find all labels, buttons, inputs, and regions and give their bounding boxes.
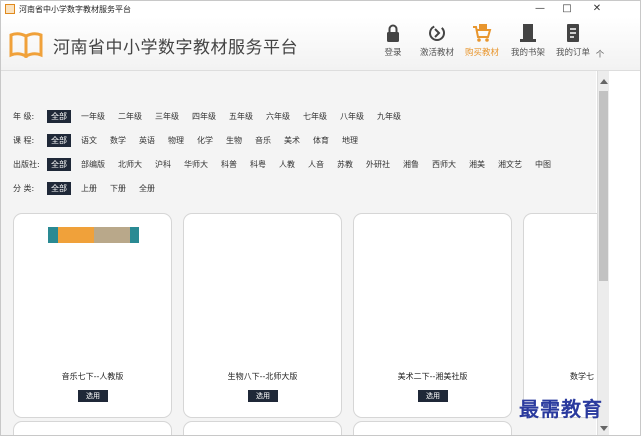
nav-orders-label: 我的订单 — [555, 48, 590, 58]
app-icon — [5, 4, 15, 14]
nav-buy[interactable]: 购买教材 — [459, 22, 505, 58]
filter-row-publisher: 出版社: 全部 部编版 北师大 沪科 华师大 科普 科粤 人教 人音 苏教 外研… — [13, 157, 564, 171]
subject-option[interactable]: 数学 — [110, 135, 126, 146]
book-card[interactable]: 数学七 — [523, 213, 603, 418]
subject-option[interactable]: 全部 — [47, 133, 71, 147]
publisher-option[interactable]: 部编版 — [81, 159, 105, 170]
nav-overflow[interactable]: 个 — [595, 48, 605, 60]
volume-option[interactable]: 全册 — [139, 183, 155, 194]
subject-option[interactable]: 音乐 — [255, 135, 271, 146]
subject-option[interactable]: 美术 — [284, 135, 300, 146]
publisher-option[interactable]: 湘美 — [469, 159, 485, 170]
filter-label-grade: 年 级: — [13, 111, 35, 121]
nav-orders[interactable]: 我的订单 — [550, 22, 596, 58]
vertical-scrollbar[interactable] — [597, 71, 609, 435]
grade-option[interactable]: 八年级 — [340, 111, 364, 122]
publisher-option[interactable]: 中图 — [535, 159, 551, 170]
subject-option[interactable]: 生物 — [226, 135, 242, 146]
publisher-option[interactable]: 湘鲁 — [403, 159, 419, 170]
publisher-option[interactable]: 人音 — [308, 159, 324, 170]
scroll-up-arrow-icon[interactable] — [600, 79, 608, 84]
select-button[interactable]: 选用 — [418, 390, 448, 402]
publisher-option[interactable]: 人教 — [279, 159, 295, 170]
grade-option[interactable]: 二年级 — [118, 111, 142, 122]
grade-option[interactable]: 九年级 — [377, 111, 401, 122]
filter-label-volume: 分 类: — [13, 183, 35, 193]
volume-option[interactable]: 上册 — [81, 183, 97, 194]
minimize-button[interactable]: — — [526, 1, 554, 17]
publisher-option[interactable]: 西师大 — [432, 159, 456, 170]
publisher-option[interactable]: 华师大 — [184, 159, 208, 170]
publisher-option[interactable]: 外研社 — [366, 159, 390, 170]
app-window: 河南省中小学数字教材服务平台 — □ ✕ 河南省中小学数字教材服务平台 登录 激… — [0, 0, 641, 436]
cart-icon — [473, 24, 492, 42]
book-card[interactable]: 生物八下--北师大版 选用 — [183, 213, 342, 418]
bookshelf-icon — [520, 24, 536, 42]
grade-option[interactable]: 四年级 — [192, 111, 216, 122]
app-header: 河南省中小学数字教材服务平台 登录 激活教材 购买教材 我的书架 我的订单 个 — [1, 17, 640, 71]
volume-option[interactable]: 全部 — [47, 181, 71, 195]
publisher-option[interactable]: 科普 — [221, 159, 237, 170]
book-card[interactable] — [13, 421, 172, 435]
lock-icon — [387, 24, 399, 42]
nav-activate[interactable]: 激活教材 — [414, 22, 460, 58]
subject-option[interactable]: 化学 — [197, 135, 213, 146]
filter-row-grade: 年 级: 全部 一年级 二年级 三年级 四年级 五年级 六年级 七年级 八年级 … — [13, 109, 414, 123]
grade-option[interactable]: 三年级 — [155, 111, 179, 122]
title-bar: 河南省中小学数字教材服务平台 — □ ✕ — [1, 1, 640, 17]
select-button[interactable]: 选用 — [248, 390, 278, 402]
grade-option[interactable]: 全部 — [47, 109, 71, 123]
publisher-option[interactable]: 科粤 — [250, 159, 266, 170]
select-button[interactable]: 选用 — [78, 390, 108, 402]
book-title: 音乐七下--人教版 — [61, 372, 124, 381]
window-title: 河南省中小学数字教材服务平台 — [19, 4, 131, 14]
grade-option[interactable]: 七年级 — [303, 111, 327, 122]
close-button[interactable]: ✕ — [583, 1, 611, 17]
book-title: 美术二下--湘美社版 — [397, 372, 468, 381]
nav-buy-label: 购买教材 — [464, 48, 499, 58]
book-cover — [48, 227, 139, 243]
book-card[interactable]: 音乐七下--人教版 选用 — [13, 213, 172, 418]
nav-bookshelf[interactable]: 我的书架 — [505, 22, 551, 58]
book-card[interactable] — [183, 421, 342, 435]
publisher-option[interactable]: 湘文艺 — [498, 159, 522, 170]
activate-icon — [429, 25, 445, 41]
subject-option[interactable]: 英语 — [139, 135, 155, 146]
scroll-thumb[interactable] — [599, 91, 608, 281]
subject-option[interactable]: 语文 — [81, 135, 97, 146]
nav-bookshelf-label: 我的书架 — [510, 48, 545, 58]
filter-row-volume: 分 类: 全部 上册 下册 全册 — [13, 181, 168, 195]
book-title: 生物八下--北师大版 — [227, 372, 298, 381]
publisher-option[interactable]: 全部 — [47, 157, 71, 171]
nav-login-label: 登录 — [384, 48, 402, 58]
volume-option[interactable]: 下册 — [110, 183, 126, 194]
book-card[interactable]: 美术二下--湘美社版 选用 — [353, 213, 512, 418]
publisher-option[interactable]: 苏教 — [337, 159, 353, 170]
nav-activate-label: 激活教材 — [419, 48, 454, 58]
publisher-option[interactable]: 沪科 — [155, 159, 171, 170]
subject-option[interactable]: 地理 — [342, 135, 358, 146]
grade-option[interactable]: 六年级 — [266, 111, 290, 122]
scroll-down-arrow-icon[interactable] — [600, 426, 608, 431]
grade-option[interactable]: 一年级 — [81, 111, 105, 122]
filter-label-publisher: 出版社: — [13, 159, 40, 169]
filter-label-subject: 课 程: — [13, 135, 35, 145]
watermark: 最需教育 — [519, 397, 603, 421]
subject-option[interactable]: 物理 — [168, 135, 184, 146]
orders-icon — [567, 24, 579, 42]
brand-title: 河南省中小学数字教材服务平台 — [53, 38, 298, 58]
subject-option[interactable]: 体育 — [313, 135, 329, 146]
nav-login[interactable]: 登录 — [370, 22, 416, 58]
maximize-button[interactable]: □ — [553, 1, 581, 17]
publisher-option[interactable]: 北师大 — [118, 159, 142, 170]
filter-row-subject: 课 程: 全部 语文 数学 英语 物理 化学 生物 音乐 美术 体育 地理 — [13, 133, 371, 147]
book-logo-icon — [9, 32, 43, 58]
grade-option[interactable]: 五年级 — [229, 111, 253, 122]
book-card[interactable] — [353, 421, 512, 435]
